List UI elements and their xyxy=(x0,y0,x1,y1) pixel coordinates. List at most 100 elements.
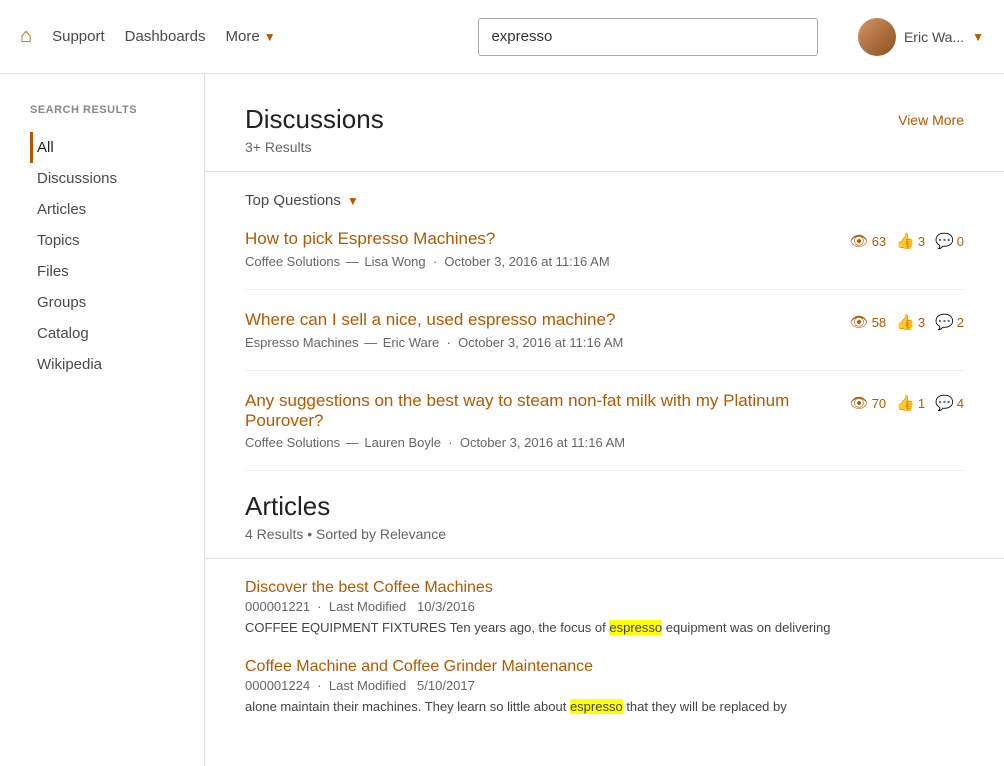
views-stat-1: 👁 63 xyxy=(850,232,887,250)
article-snippet-2: alone maintain their machines. They lear… xyxy=(245,697,964,717)
sidebar-item-all[interactable]: All xyxy=(30,132,184,163)
article-title-2[interactable]: Coffee Machine and Coffee Grinder Mainte… xyxy=(245,658,593,675)
sidebar-item-articles[interactable]: Articles xyxy=(30,194,184,225)
articles-section: Articles 4 Results • Sorted by Relevance… xyxy=(245,491,964,716)
main-layout: SEARCH RESULTS All Discussions Articles … xyxy=(0,74,1004,766)
header-nav: ⌂ Support Dashboards More ▼ xyxy=(20,25,439,48)
article-item-1: Discover the best Coffee Machines 000001… xyxy=(245,579,964,638)
sidebar-item-catalog[interactable]: Catalog xyxy=(30,318,184,349)
snippet-highlight-1: espresso xyxy=(609,620,662,635)
filter-row[interactable]: Top Questions ▼ xyxy=(245,192,964,209)
filter-arrow[interactable]: ▼ xyxy=(347,194,359,208)
user-area[interactable]: Eric Wa... ▼ xyxy=(858,18,984,56)
discussion-category-2: Espresso Machines xyxy=(245,335,358,350)
discussion-date-1: October 3, 2016 at 11:16 AM xyxy=(444,254,609,269)
comments-count-3: 4 xyxy=(957,396,964,411)
discussion-category-1: Coffee Solutions xyxy=(245,254,340,269)
discussion-stats-2: 👁 58 👍 3 💬 2 xyxy=(850,310,964,331)
discussions-title: Discussions xyxy=(245,104,384,135)
discussion-title-1[interactable]: How to pick Espresso Machines? xyxy=(245,229,830,249)
sidebar-item-discussions[interactable]: Discussions xyxy=(30,163,184,194)
article-title-1[interactable]: Discover the best Coffee Machines xyxy=(245,579,493,596)
article-snippet-1: COFFEE EQUIPMENT FIXTURES Ten years ago,… xyxy=(245,618,964,638)
avatar xyxy=(858,18,896,56)
articles-header: Articles xyxy=(245,491,964,522)
discussion-row-2: Where can I sell a nice, used espresso m… xyxy=(245,310,964,331)
discussion-meta-2: Espresso Machines — Eric Ware · October … xyxy=(245,335,964,350)
discussion-author-2: Eric Ware xyxy=(383,335,440,350)
nav-more-label: More xyxy=(226,28,260,45)
articles-count: 4 Results • Sorted by Relevance xyxy=(245,526,964,542)
sidebar-item-groups[interactable]: Groups xyxy=(30,287,184,318)
views-count-3: 70 xyxy=(872,396,886,411)
likes-stat-2: 👍 3 xyxy=(896,313,925,331)
content: Discussions View More 3+ Results Top Que… xyxy=(205,74,1004,766)
avatar-image xyxy=(858,18,896,56)
article-meta-1: 000001221 · Last Modified 10/3/2016 xyxy=(245,599,964,614)
eye-icon-1: 👁 xyxy=(850,232,869,250)
discussion-item-2: Where can I sell a nice, used espresso m… xyxy=(245,310,964,371)
views-count-2: 58 xyxy=(872,315,886,330)
likes-count-2: 3 xyxy=(918,315,925,330)
discussion-row-1: How to pick Espresso Machines? 👁 63 👍 3 … xyxy=(245,229,964,250)
snippet-before-1: COFFEE EQUIPMENT FIXTURES Ten years ago,… xyxy=(245,620,609,635)
discussion-author-3: Lauren Boyle xyxy=(364,435,441,450)
sidebar-item-topics[interactable]: Topics xyxy=(30,225,184,256)
snippet-after-1: equipment was on delivering xyxy=(662,620,830,635)
eye-icon-2: 👁 xyxy=(850,313,869,331)
comments-stat-2: 💬 2 xyxy=(935,313,964,331)
sidebar-title: SEARCH RESULTS xyxy=(30,104,184,116)
articles-title: Articles xyxy=(245,491,330,522)
thumb-icon-2: 👍 xyxy=(896,313,915,331)
thumb-icon-3: 👍 xyxy=(896,394,915,412)
discussion-stats-3: 👁 70 👍 1 💬 4 xyxy=(850,391,964,412)
article-meta-2: 000001224 · Last Modified 5/10/2017 xyxy=(245,678,964,693)
articles-divider xyxy=(205,558,1004,559)
discussion-author-1: Lisa Wong xyxy=(364,254,425,269)
discussion-date-3: October 3, 2016 at 11:16 AM xyxy=(460,435,625,450)
discussion-item: How to pick Espresso Machines? 👁 63 👍 3 … xyxy=(245,229,964,290)
snippet-after-2: that they will be replaced by xyxy=(623,699,787,714)
article-modified-label-2: Last Modified xyxy=(329,678,406,693)
user-dropdown-arrow: ▼ xyxy=(972,30,984,44)
discussion-meta-1: Coffee Solutions — Lisa Wong · October 3… xyxy=(245,254,964,269)
discussion-title-3[interactable]: Any suggestions on the best way to steam… xyxy=(245,391,830,431)
nav-dashboards[interactable]: Dashboards xyxy=(125,28,206,45)
article-id-2: 000001224 xyxy=(245,678,310,693)
sidebar-item-files[interactable]: Files xyxy=(30,256,184,287)
article-item-2: Coffee Machine and Coffee Grinder Mainte… xyxy=(245,658,964,717)
views-count-1: 63 xyxy=(872,234,886,249)
article-modified-date-2: 5/10/2017 xyxy=(417,678,475,693)
filter-label[interactable]: Top Questions xyxy=(245,192,341,209)
discussions-divider xyxy=(205,171,1004,172)
comments-stat-3: 💬 4 xyxy=(935,394,964,412)
article-modified-label-1: Last Modified xyxy=(329,599,406,614)
likes-count-1: 3 xyxy=(918,234,925,249)
discussion-stats-1: 👁 63 👍 3 💬 0 xyxy=(850,229,964,250)
nav-more[interactable]: More ▼ xyxy=(226,28,276,45)
views-stat-2: 👁 58 xyxy=(850,313,887,331)
likes-stat-3: 👍 1 xyxy=(896,394,925,412)
sidebar: SEARCH RESULTS All Discussions Articles … xyxy=(0,74,205,766)
nav-more-arrow: ▼ xyxy=(264,30,276,44)
chat-icon-1: 💬 xyxy=(935,232,954,250)
snippet-before-2: alone maintain their machines. They lear… xyxy=(245,699,570,714)
search-input[interactable] xyxy=(478,18,818,56)
view-more-link[interactable]: View More xyxy=(898,104,964,128)
discussions-count: 3+ Results xyxy=(245,139,964,155)
discussion-title-2[interactable]: Where can I sell a nice, used espresso m… xyxy=(245,310,830,330)
sidebar-item-wikipedia[interactable]: Wikipedia xyxy=(30,349,184,380)
discussions-header: Discussions View More xyxy=(245,104,964,135)
home-icon[interactable]: ⌂ xyxy=(20,25,32,48)
search-box-wrap xyxy=(439,18,858,56)
header: ⌂ Support Dashboards More ▼ Eric Wa... ▼ xyxy=(0,0,1004,74)
nav-support[interactable]: Support xyxy=(52,28,105,45)
comments-stat-1: 💬 0 xyxy=(935,232,964,250)
likes-count-3: 1 xyxy=(918,396,925,411)
eye-icon-3: 👁 xyxy=(850,394,869,412)
article-id-1: 000001221 xyxy=(245,599,310,614)
discussion-item-3: Any suggestions on the best way to steam… xyxy=(245,391,964,471)
article-modified-date-1: 10/3/2016 xyxy=(417,599,475,614)
comments-count-1: 0 xyxy=(957,234,964,249)
chat-icon-3: 💬 xyxy=(935,394,954,412)
